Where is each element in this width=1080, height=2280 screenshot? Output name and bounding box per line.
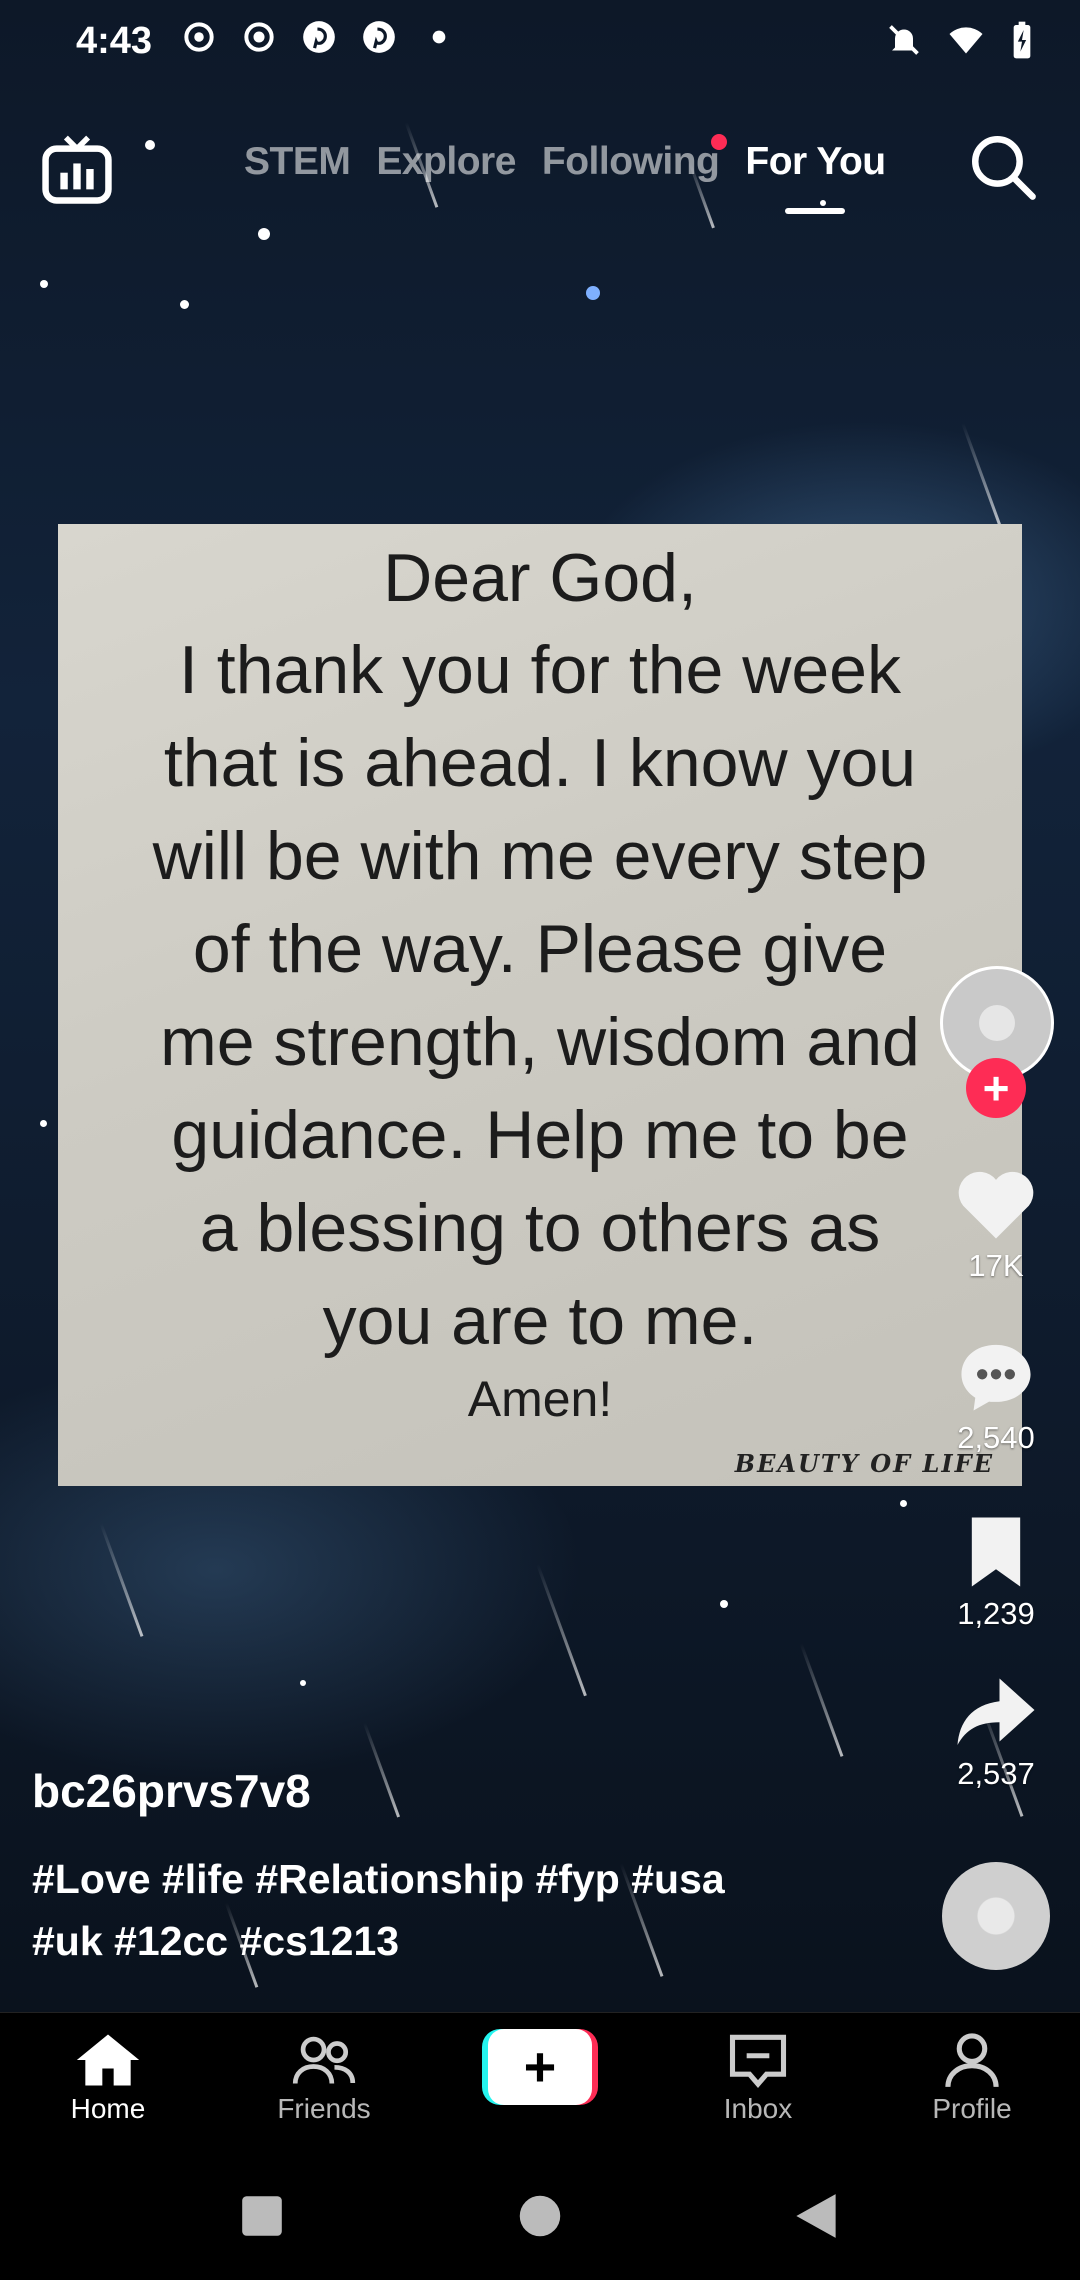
quote-line: guidance. Help me to be (171, 1097, 909, 1173)
quote-line: me strength, wisdom and (160, 1004, 920, 1080)
comment-icon (961, 1344, 1031, 1411)
star-decoration (300, 1680, 306, 1686)
tab-for-you-label: For You (745, 140, 886, 183)
search-icon[interactable] (966, 130, 1040, 204)
light-streak (961, 422, 1002, 528)
mute-icon (889, 25, 919, 55)
feed-tabs: STEM Explore Following For You (244, 134, 886, 214)
nav-inbox-label: Inbox (723, 2093, 793, 2124)
music-disc-icon[interactable] (942, 1862, 1050, 1970)
light-streak (99, 1523, 144, 1637)
tab-following[interactable]: Following (541, 134, 728, 184)
live-tv-icon[interactable] (40, 132, 114, 206)
system-icons (886, 20, 1034, 60)
circle-icon (244, 22, 274, 52)
nav-profile[interactable]: Profile (892, 2031, 1052, 2125)
caption-hashtags[interactable]: #Love #life #Relationship #fyp #usa #uk … (32, 1848, 832, 1972)
star-decoration (720, 1600, 728, 1608)
nav-friends-label: Friends (277, 2093, 371, 2124)
status-time: 4:43 (76, 20, 153, 62)
light-streak (362, 1722, 401, 1818)
bookmark-icon (971, 1517, 1021, 1587)
nav-friends[interactable]: Friends (244, 2031, 404, 2125)
nav-home-label: Home (70, 2093, 146, 2124)
quote-line: you are to me. (322, 1283, 758, 1359)
home-circle-icon[interactable] (518, 2194, 562, 2238)
save-count: 1,239 (957, 1596, 1035, 1631)
wifi-icon (949, 27, 983, 54)
share-count: 2,537 (957, 1756, 1035, 1791)
plus-icon: + (488, 2029, 592, 2105)
star-decoration (586, 286, 600, 300)
threads-icon (184, 22, 214, 52)
quote-line: I thank you for the week (179, 632, 901, 708)
pinterest-icon (303, 21, 335, 53)
nav-home[interactable]: Home (28, 2031, 188, 2125)
system-navigation-bar (0, 2140, 1080, 2280)
follow-button[interactable]: + (966, 1058, 1026, 1118)
star-decoration (40, 1120, 47, 1127)
quote-line: that is ahead. I know you (163, 725, 917, 801)
notification-icons (180, 18, 458, 56)
video-background[interactable]: Dear God, I thank you for the week that … (0, 0, 1080, 2012)
nav-profile-label: Profile (932, 2093, 1012, 2124)
quote-card: Dear God, I thank you for the week that … (58, 524, 1022, 1486)
comment-count: 2,540 (957, 1420, 1035, 1455)
tab-stem[interactable]: STEM (244, 140, 351, 184)
battery-charging-icon (1013, 21, 1031, 59)
save-button[interactable]: 1,239 (936, 1514, 1056, 1632)
profile-icon (945, 2033, 999, 2088)
like-count: 17K (968, 1248, 1024, 1283)
active-tab-indicator (785, 208, 846, 214)
light-streak (799, 1643, 844, 1757)
tab-for-you[interactable]: For You (745, 140, 886, 214)
star-decoration (180, 300, 189, 309)
quote-title: Dear God, (383, 540, 697, 616)
bottom-nav: Home Friends + Inbox Profile (0, 2012, 1080, 2141)
tab-explore[interactable]: Explore (376, 140, 516, 184)
heart-icon (958, 1171, 1034, 1239)
top-nav: STEM Explore Following For You (0, 120, 1080, 230)
hashtags-line[interactable]: #Love #life #Relationship #fyp #usa (32, 1848, 832, 1910)
recents-icon[interactable] (240, 2194, 284, 2238)
quote-line: of the way. Please give (192, 911, 888, 987)
hashtags-line[interactable]: #uk #12cc #cs1213 (32, 1910, 832, 1972)
quote-line: a blessing to others as (199, 1190, 881, 1266)
status-bar: 4:43 (0, 0, 1080, 90)
create-button[interactable]: + (482, 2029, 598, 2105)
inbox-icon (729, 2034, 787, 2089)
avatar-placeholder-icon (979, 1005, 1015, 1041)
tab-following-label: Following (541, 140, 720, 183)
light-streak (536, 1563, 587, 1697)
share-button[interactable]: 2,537 (936, 1670, 1056, 1792)
quote-body: I thank you for the week that is ahead. … (58, 624, 1022, 1368)
dot-icon (432, 30, 446, 44)
quote-closing: Amen! (467, 1371, 613, 1427)
comment-button[interactable]: 2,540 (936, 1338, 1056, 1456)
nav-inbox[interactable]: Inbox (678, 2031, 838, 2125)
friends-icon (292, 2036, 356, 2084)
username[interactable]: bc26prvs7v8 (32, 1764, 311, 1818)
notification-dot (711, 134, 728, 150)
star-decoration (40, 280, 48, 288)
quote-line: will be with me every step (152, 818, 928, 894)
share-arrow-icon (957, 1678, 1035, 1745)
star-decoration (900, 1500, 907, 1507)
like-button[interactable]: 17K (936, 1166, 1056, 1284)
back-icon[interactable] (794, 2192, 838, 2240)
pinterest-icon (363, 21, 395, 53)
home-icon (76, 2034, 140, 2086)
